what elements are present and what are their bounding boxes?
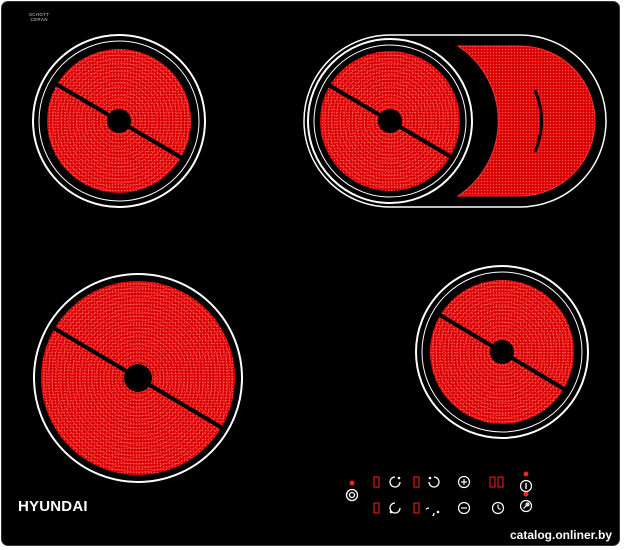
extension-button[interactable]	[518, 498, 534, 514]
plus-button[interactable]	[456, 474, 472, 490]
power-icon	[345, 488, 359, 502]
zone-select-1[interactable]	[387, 474, 403, 490]
cooktop-zones	[32, 34, 607, 497]
timer-digits-icon	[489, 476, 504, 488]
zone-display-1	[372, 474, 388, 490]
minus-icon	[457, 501, 471, 515]
zone-icon	[428, 476, 440, 488]
timer-button[interactable]	[490, 500, 506, 516]
lock-button[interactable]	[518, 478, 534, 494]
zone-icon	[389, 502, 401, 514]
zone-select-4[interactable]	[423, 500, 442, 519]
power-indicator	[349, 480, 355, 486]
timer-indicator	[523, 471, 529, 477]
zone-icon	[423, 507, 440, 519]
rear-right-zone	[303, 34, 607, 208]
clock-icon	[491, 501, 505, 515]
power-button[interactable]	[344, 487, 360, 503]
zone-icon	[389, 476, 401, 488]
schott-ceran-logo: SCHOTT CERAN	[29, 12, 50, 22]
plus-icon	[457, 475, 471, 489]
front-right-zone	[415, 265, 589, 439]
digit-display-icon	[373, 476, 380, 488]
extension-icon	[519, 499, 533, 513]
watermark: catalog.onliner.by	[509, 528, 612, 542]
digit-display-icon	[373, 502, 380, 514]
rear-left-zone	[32, 34, 206, 208]
zone-select-3[interactable]	[426, 474, 442, 490]
timer-display	[488, 474, 504, 490]
front-left-zone	[33, 273, 243, 483]
zone-display-2	[372, 500, 388, 516]
brand-logo: HYUNDAI	[18, 498, 88, 515]
zone-select-2[interactable]	[387, 500, 403, 516]
lock-icon	[519, 479, 533, 493]
minus-button[interactable]	[456, 500, 472, 516]
